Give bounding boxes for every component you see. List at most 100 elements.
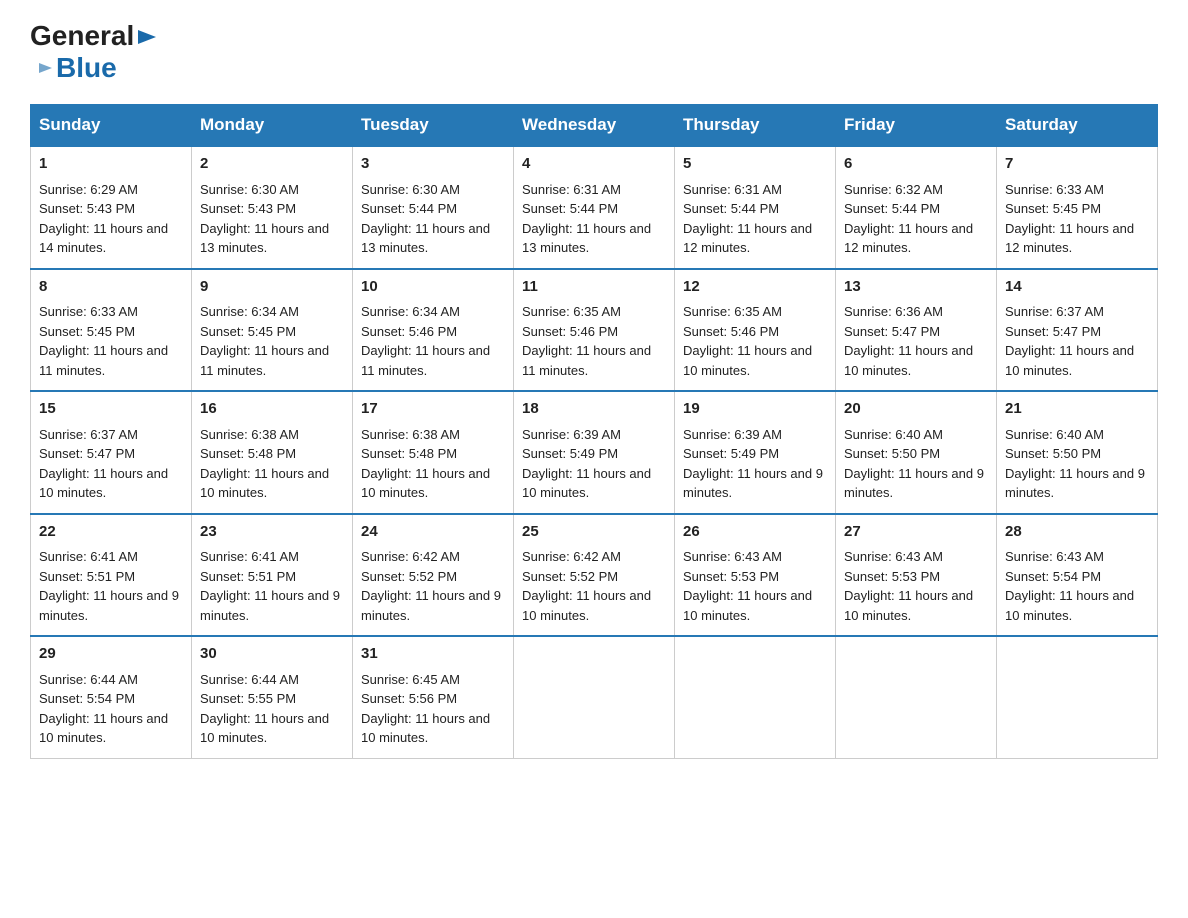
daylight-text: Daylight: 11 hours and 10 minutes. bbox=[361, 466, 490, 501]
calendar-table: SundayMondayTuesdayWednesdayThursdayFrid… bbox=[30, 104, 1158, 759]
sunset-text: Sunset: 5:44 PM bbox=[683, 201, 779, 216]
sunrise-text: Sunrise: 6:40 AM bbox=[844, 427, 943, 442]
day-number: 26 bbox=[683, 521, 827, 544]
calendar-cell: 17 Sunrise: 6:38 AM Sunset: 5:48 PM Dayl… bbox=[353, 391, 514, 514]
sunset-text: Sunset: 5:47 PM bbox=[39, 446, 135, 461]
sunrise-text: Sunrise: 6:38 AM bbox=[361, 427, 460, 442]
sunrise-text: Sunrise: 6:43 AM bbox=[683, 549, 782, 564]
calendar-cell: 2 Sunrise: 6:30 AM Sunset: 5:43 PM Dayli… bbox=[192, 146, 353, 269]
calendar-cell: 1 Sunrise: 6:29 AM Sunset: 5:43 PM Dayli… bbox=[31, 146, 192, 269]
sunset-text: Sunset: 5:44 PM bbox=[522, 201, 618, 216]
daylight-text: Daylight: 11 hours and 9 minutes. bbox=[200, 588, 340, 623]
header-tuesday: Tuesday bbox=[353, 105, 514, 147]
daylight-text: Daylight: 11 hours and 10 minutes. bbox=[683, 343, 812, 378]
calendar-cell bbox=[675, 636, 836, 758]
sunrise-text: Sunrise: 6:43 AM bbox=[844, 549, 943, 564]
calendar-cell: 15 Sunrise: 6:37 AM Sunset: 5:47 PM Dayl… bbox=[31, 391, 192, 514]
sunrise-text: Sunrise: 6:33 AM bbox=[39, 304, 138, 319]
day-number: 3 bbox=[361, 153, 505, 176]
sunrise-text: Sunrise: 6:33 AM bbox=[1005, 182, 1104, 197]
sunset-text: Sunset: 5:55 PM bbox=[200, 691, 296, 706]
header-sunday: Sunday bbox=[31, 105, 192, 147]
daylight-text: Daylight: 11 hours and 10 minutes. bbox=[522, 588, 651, 623]
daylight-text: Daylight: 11 hours and 9 minutes. bbox=[361, 588, 501, 623]
sunset-text: Sunset: 5:52 PM bbox=[522, 569, 618, 584]
week-row-4: 22 Sunrise: 6:41 AM Sunset: 5:51 PM Dayl… bbox=[31, 514, 1158, 637]
calendar-cell: 4 Sunrise: 6:31 AM Sunset: 5:44 PM Dayli… bbox=[514, 146, 675, 269]
sunset-text: Sunset: 5:48 PM bbox=[200, 446, 296, 461]
calendar-cell bbox=[997, 636, 1158, 758]
sunset-text: Sunset: 5:45 PM bbox=[200, 324, 296, 339]
sunset-text: Sunset: 5:45 PM bbox=[1005, 201, 1101, 216]
sunrise-text: Sunrise: 6:32 AM bbox=[844, 182, 943, 197]
day-number: 22 bbox=[39, 521, 183, 544]
sunrise-text: Sunrise: 6:43 AM bbox=[1005, 549, 1104, 564]
day-number: 1 bbox=[39, 153, 183, 176]
calendar-cell: 25 Sunrise: 6:42 AM Sunset: 5:52 PM Dayl… bbox=[514, 514, 675, 637]
sunrise-text: Sunrise: 6:42 AM bbox=[361, 549, 460, 564]
daylight-text: Daylight: 11 hours and 14 minutes. bbox=[39, 221, 168, 256]
day-number: 19 bbox=[683, 398, 827, 421]
sunset-text: Sunset: 5:50 PM bbox=[1005, 446, 1101, 461]
sunrise-text: Sunrise: 6:34 AM bbox=[361, 304, 460, 319]
daylight-text: Daylight: 11 hours and 11 minutes. bbox=[39, 343, 168, 378]
day-number: 23 bbox=[200, 521, 344, 544]
day-number: 4 bbox=[522, 153, 666, 176]
sunset-text: Sunset: 5:46 PM bbox=[683, 324, 779, 339]
sunset-text: Sunset: 5:47 PM bbox=[1005, 324, 1101, 339]
sunrise-text: Sunrise: 6:35 AM bbox=[683, 304, 782, 319]
calendar-cell: 7 Sunrise: 6:33 AM Sunset: 5:45 PM Dayli… bbox=[997, 146, 1158, 269]
daylight-text: Daylight: 11 hours and 10 minutes. bbox=[39, 711, 168, 746]
calendar-cell: 3 Sunrise: 6:30 AM Sunset: 5:44 PM Dayli… bbox=[353, 146, 514, 269]
week-row-1: 1 Sunrise: 6:29 AM Sunset: 5:43 PM Dayli… bbox=[31, 146, 1158, 269]
day-number: 14 bbox=[1005, 276, 1149, 299]
sunset-text: Sunset: 5:51 PM bbox=[200, 569, 296, 584]
header-friday: Friday bbox=[836, 105, 997, 147]
calendar-cell: 5 Sunrise: 6:31 AM Sunset: 5:44 PM Dayli… bbox=[675, 146, 836, 269]
calendar-cell: 24 Sunrise: 6:42 AM Sunset: 5:52 PM Dayl… bbox=[353, 514, 514, 637]
calendar-cell: 8 Sunrise: 6:33 AM Sunset: 5:45 PM Dayli… bbox=[31, 269, 192, 392]
logo: General Blue bbox=[30, 20, 158, 84]
sunset-text: Sunset: 5:49 PM bbox=[522, 446, 618, 461]
sunset-text: Sunset: 5:54 PM bbox=[39, 691, 135, 706]
day-number: 12 bbox=[683, 276, 827, 299]
sunrise-text: Sunrise: 6:29 AM bbox=[39, 182, 138, 197]
calendar-cell: 29 Sunrise: 6:44 AM Sunset: 5:54 PM Dayl… bbox=[31, 636, 192, 758]
calendar-cell: 23 Sunrise: 6:41 AM Sunset: 5:51 PM Dayl… bbox=[192, 514, 353, 637]
sunrise-text: Sunrise: 6:42 AM bbox=[522, 549, 621, 564]
sunrise-text: Sunrise: 6:37 AM bbox=[39, 427, 138, 442]
daylight-text: Daylight: 11 hours and 13 minutes. bbox=[522, 221, 651, 256]
sunset-text: Sunset: 5:46 PM bbox=[522, 324, 618, 339]
sunrise-text: Sunrise: 6:31 AM bbox=[522, 182, 621, 197]
day-number: 30 bbox=[200, 643, 344, 666]
daylight-text: Daylight: 11 hours and 9 minutes. bbox=[844, 466, 984, 501]
page-header: General Blue bbox=[30, 20, 1158, 84]
calendar-cell: 6 Sunrise: 6:32 AM Sunset: 5:44 PM Dayli… bbox=[836, 146, 997, 269]
sunrise-text: Sunrise: 6:30 AM bbox=[200, 182, 299, 197]
sunrise-text: Sunrise: 6:34 AM bbox=[200, 304, 299, 319]
sunset-text: Sunset: 5:53 PM bbox=[844, 569, 940, 584]
daylight-text: Daylight: 11 hours and 9 minutes. bbox=[683, 466, 823, 501]
daylight-text: Daylight: 11 hours and 10 minutes. bbox=[522, 466, 651, 501]
header-thursday: Thursday bbox=[675, 105, 836, 147]
sunrise-text: Sunrise: 6:36 AM bbox=[844, 304, 943, 319]
daylight-text: Daylight: 11 hours and 9 minutes. bbox=[1005, 466, 1145, 501]
calendar-cell: 28 Sunrise: 6:43 AM Sunset: 5:54 PM Dayl… bbox=[997, 514, 1158, 637]
daylight-text: Daylight: 11 hours and 9 minutes. bbox=[39, 588, 179, 623]
calendar-cell: 20 Sunrise: 6:40 AM Sunset: 5:50 PM Dayl… bbox=[836, 391, 997, 514]
calendar-cell bbox=[836, 636, 997, 758]
sunset-text: Sunset: 5:45 PM bbox=[39, 324, 135, 339]
day-number: 8 bbox=[39, 276, 183, 299]
day-number: 24 bbox=[361, 521, 505, 544]
calendar-cell: 31 Sunrise: 6:45 AM Sunset: 5:56 PM Dayl… bbox=[353, 636, 514, 758]
daylight-text: Daylight: 11 hours and 10 minutes. bbox=[844, 588, 973, 623]
header-saturday: Saturday bbox=[997, 105, 1158, 147]
daylight-text: Daylight: 11 hours and 10 minutes. bbox=[361, 711, 490, 746]
calendar-cell: 11 Sunrise: 6:35 AM Sunset: 5:46 PM Dayl… bbox=[514, 269, 675, 392]
daylight-text: Daylight: 11 hours and 10 minutes. bbox=[200, 711, 329, 746]
sunrise-text: Sunrise: 6:37 AM bbox=[1005, 304, 1104, 319]
calendar-cell: 22 Sunrise: 6:41 AM Sunset: 5:51 PM Dayl… bbox=[31, 514, 192, 637]
calendar-cell: 14 Sunrise: 6:37 AM Sunset: 5:47 PM Dayl… bbox=[997, 269, 1158, 392]
sunrise-text: Sunrise: 6:41 AM bbox=[39, 549, 138, 564]
sunset-text: Sunset: 5:47 PM bbox=[844, 324, 940, 339]
